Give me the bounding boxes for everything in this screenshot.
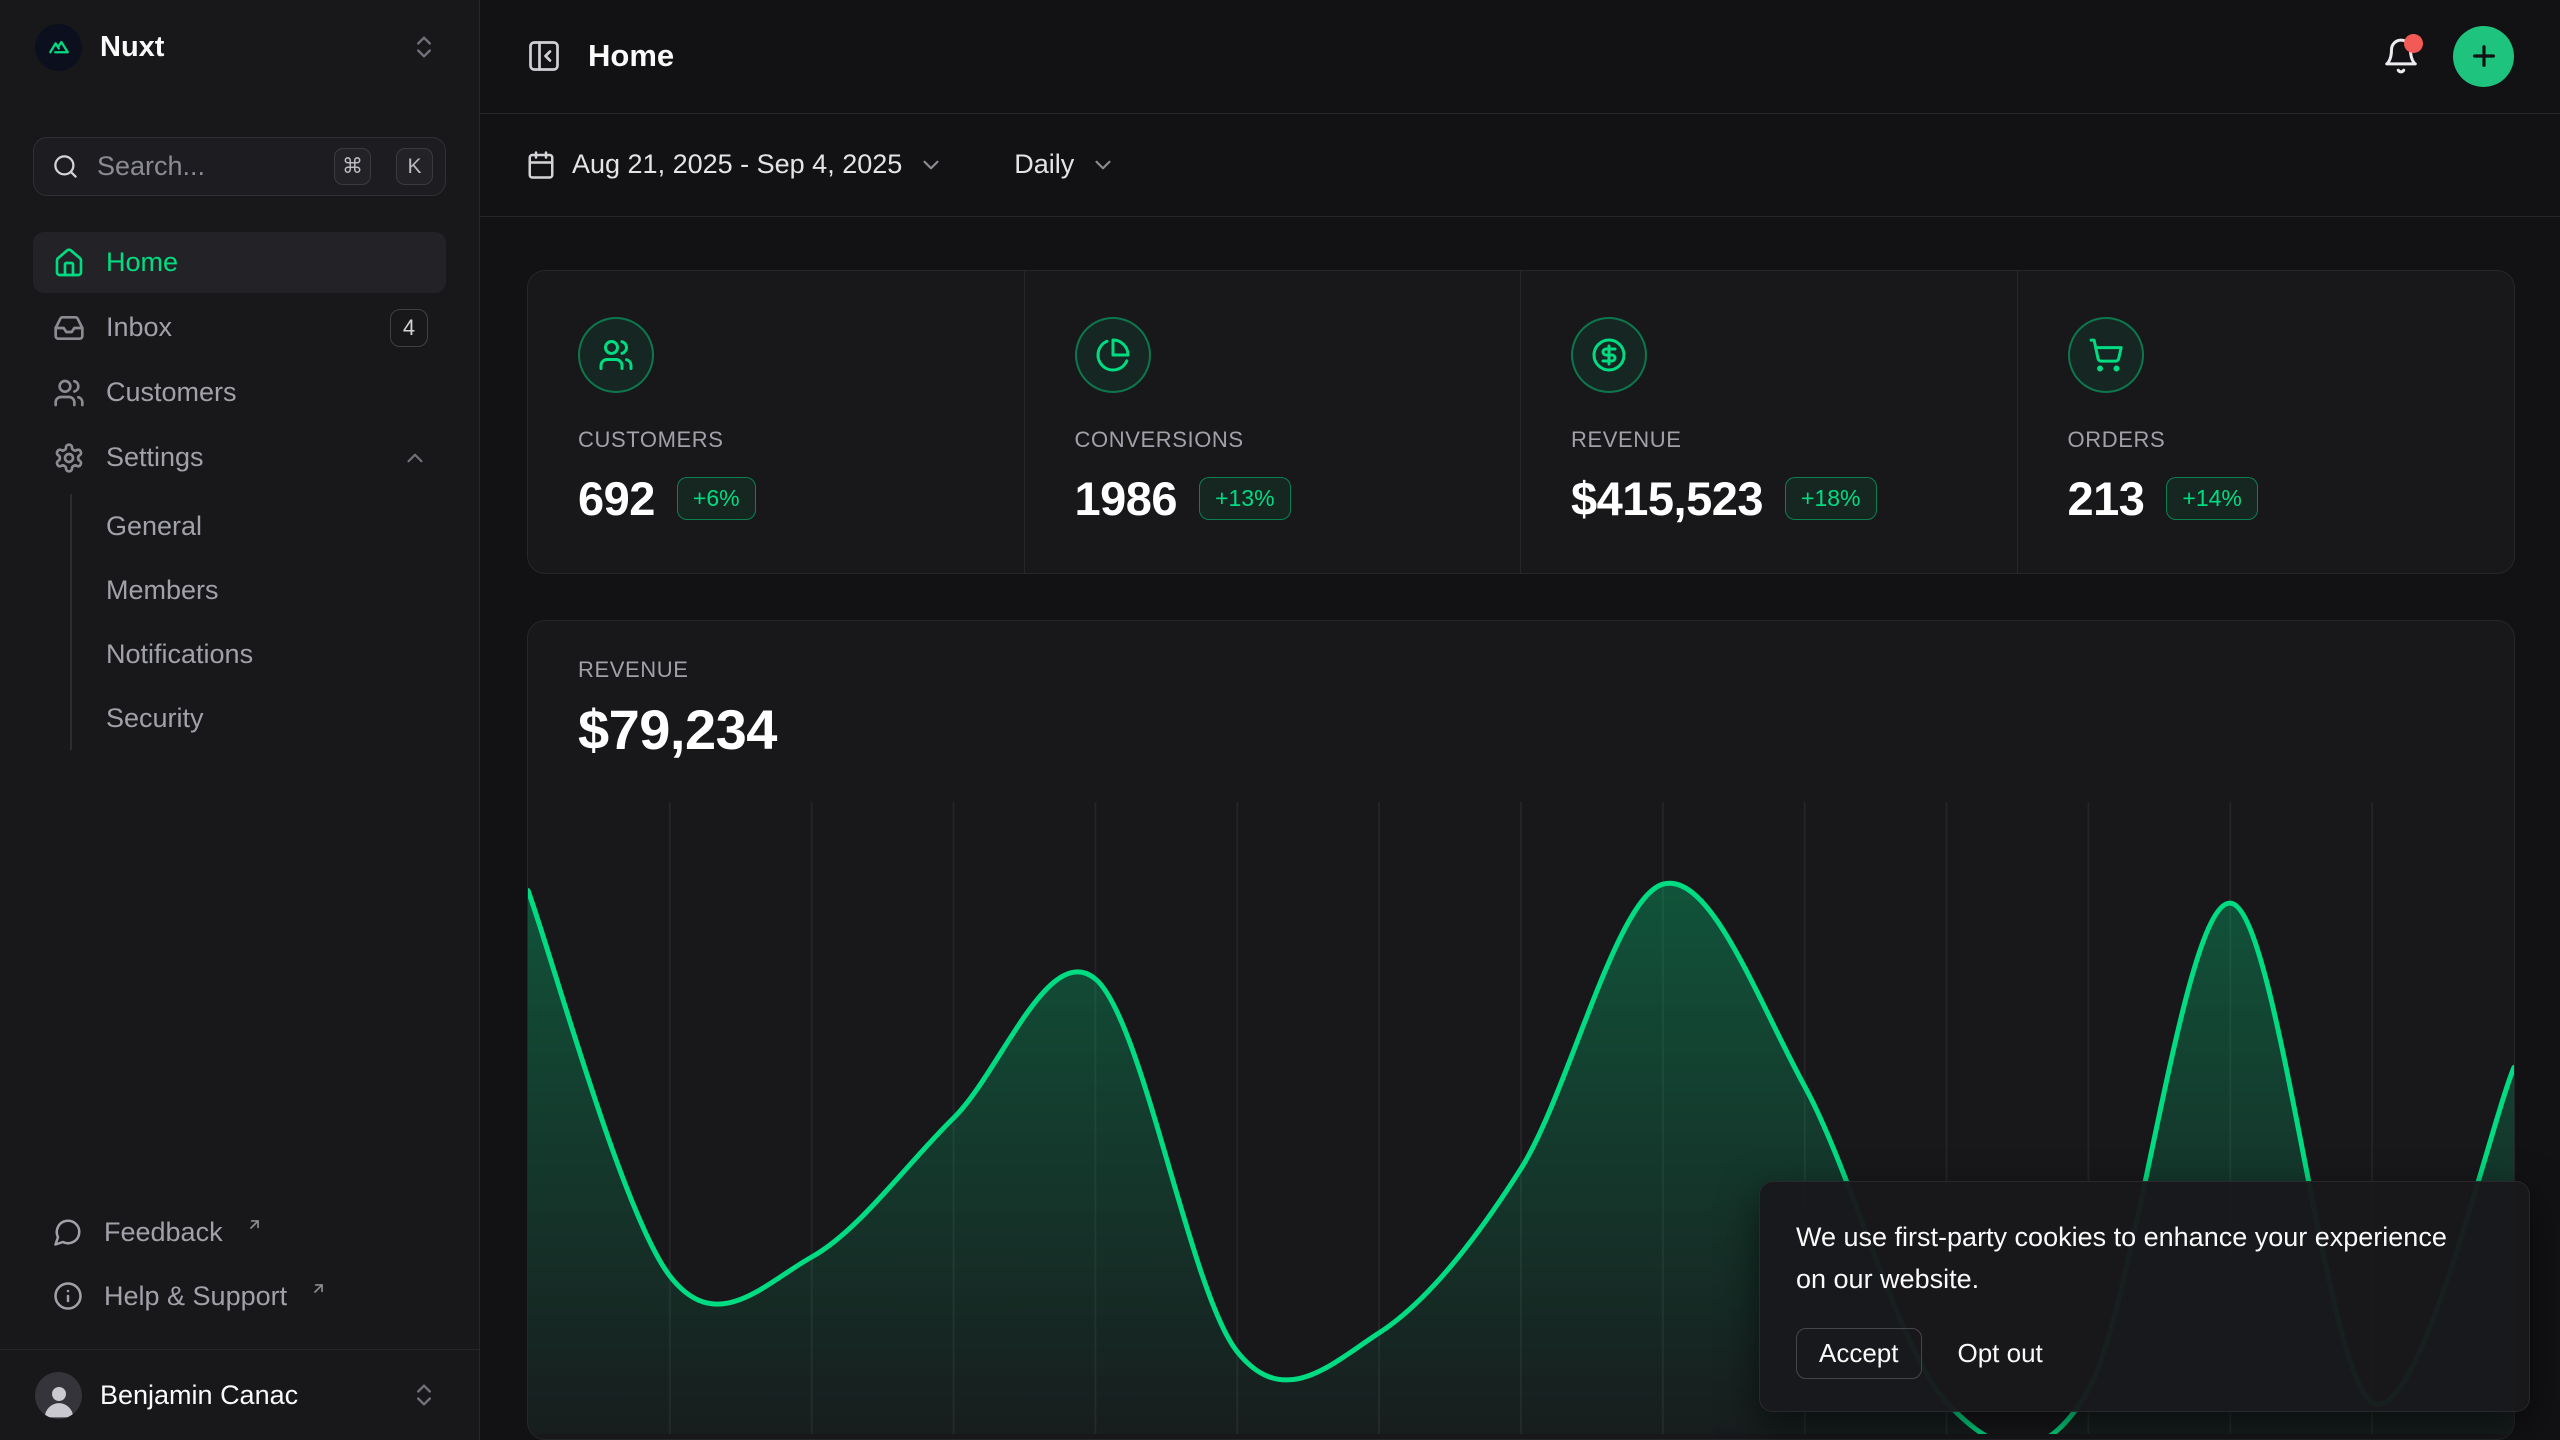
sidebar-subitem-security[interactable]: Security <box>72 686 446 750</box>
sidebar-item-settings[interactable]: Settings <box>33 427 446 488</box>
collapse-sidebar-button[interactable] <box>526 38 562 74</box>
users-icon <box>578 317 654 393</box>
stat-label: CONVERSIONS <box>1075 427 1471 453</box>
period-value: Daily <box>1014 149 1074 180</box>
settings-submenu: General Members Notifications Security <box>70 494 446 750</box>
users-icon <box>53 377 85 409</box>
stat-delta-badge: +13% <box>1199 477 1290 520</box>
chevron-up-icon <box>402 445 428 471</box>
date-range-value: Aug 21, 2025 - Sep 4, 2025 <box>572 149 902 180</box>
stat-label: ORDERS <box>2068 427 2465 453</box>
notification-dot <box>2404 34 2423 53</box>
stat-conversions[interactable]: CONVERSIONS 1986 +13% <box>1025 271 1522 573</box>
feedback-label: Feedback <box>104 1217 223 1248</box>
inbox-icon <box>53 312 85 344</box>
help-support-link[interactable]: Help & Support <box>33 1265 446 1327</box>
stat-delta-badge: +18% <box>1785 477 1876 520</box>
home-icon <box>53 247 85 279</box>
stat-revenue[interactable]: REVENUE $415,523 +18% <box>1521 271 2018 573</box>
chevrons-up-down-icon <box>410 1381 438 1409</box>
info-circle-icon <box>53 1281 83 1311</box>
search-placeholder: Search... <box>97 151 316 182</box>
period-select[interactable]: Daily <box>1014 149 1116 180</box>
gear-icon <box>53 442 85 474</box>
stat-label: REVENUE <box>1571 427 1967 453</box>
stat-customers[interactable]: CUSTOMERS 692 +6% <box>528 271 1025 573</box>
date-range-picker[interactable]: Aug 21, 2025 - Sep 4, 2025 <box>526 149 944 180</box>
dollar-circle-icon <box>1571 317 1647 393</box>
stat-label: CUSTOMERS <box>578 427 974 453</box>
sidebar-item-inbox[interactable]: Inbox 4 <box>33 297 446 358</box>
nuxt-logo-icon <box>35 24 82 71</box>
chevron-down-icon <box>918 152 944 178</box>
sidebar-item-customers[interactable]: Customers <box>33 362 446 423</box>
stats-card: CUSTOMERS 692 +6% CONVERSIONS 1986 +13% <box>527 270 2515 574</box>
sidebar-spacer <box>33 750 446 1201</box>
revenue-chart-header: REVENUE $79,234 <box>528 621 2514 762</box>
sidebar-subitem-general[interactable]: General <box>72 494 446 558</box>
page-header: Home <box>480 0 2560 114</box>
revenue-chart-label: REVENUE <box>578 657 2464 683</box>
stat-value: 1986 <box>1075 471 1178 526</box>
stat-orders[interactable]: ORDERS 213 +14% <box>2018 271 2515 573</box>
header-actions <box>2377 26 2514 87</box>
chat-bubble-icon <box>53 1217 83 1247</box>
stat-value: $415,523 <box>1571 471 1763 526</box>
sidebar-subitem-members[interactable]: Members <box>72 558 446 622</box>
sidebar-item-label: Settings <box>106 442 381 473</box>
cookie-accept-button[interactable]: Accept <box>1796 1328 1922 1379</box>
search-input[interactable]: Search... ⌘ K <box>33 137 446 196</box>
sidebar-footer-links: Feedback Help & Support <box>33 1201 446 1349</box>
kbd-k: K <box>396 148 433 185</box>
sidebar-nav: Home Inbox 4 Customers Settings <box>33 232 446 750</box>
pie-chart-icon <box>1075 317 1151 393</box>
user-name: Benjamin Canac <box>100 1380 392 1411</box>
add-button[interactable] <box>2453 26 2514 87</box>
feedback-link[interactable]: Feedback <box>33 1201 446 1263</box>
sidebar-item-label: Home <box>106 247 428 278</box>
user-avatar <box>35 1372 82 1419</box>
external-link-icon <box>246 1216 263 1233</box>
sidebar-item-home[interactable]: Home <box>33 232 446 293</box>
workspace-switcher[interactable]: Nuxt <box>33 14 446 80</box>
cookie-banner: We use first-party cookies to enhance yo… <box>1759 1181 2530 1412</box>
cookie-actions: Accept Opt out <box>1796 1328 2489 1379</box>
sidebar-subitem-notifications[interactable]: Notifications <box>72 622 446 686</box>
notifications-button[interactable] <box>2377 32 2425 80</box>
inbox-unread-badge: 4 <box>390 309 428 347</box>
sidebar: Nuxt Search... ⌘ K Home <box>0 0 480 1440</box>
page-title: Home <box>588 38 674 74</box>
user-menu[interactable]: Benjamin Canac <box>33 1350 446 1440</box>
calendar-icon <box>526 150 556 180</box>
revenue-chart-value: $79,234 <box>578 697 2464 762</box>
stat-value: 213 <box>2068 471 2145 526</box>
kbd-cmd: ⌘ <box>334 148 371 185</box>
cookie-optout-button[interactable]: Opt out <box>1956 1329 2045 1378</box>
sidebar-item-label: Inbox <box>106 312 369 343</box>
workspace-name: Nuxt <box>100 31 392 64</box>
filters-toolbar: Aug 21, 2025 - Sep 4, 2025 Daily <box>480 114 2560 217</box>
stat-value: 692 <box>578 471 655 526</box>
external-link-icon <box>310 1280 327 1297</box>
chevron-down-icon <box>1090 152 1116 178</box>
help-support-label: Help & Support <box>104 1281 287 1312</box>
chevrons-up-down-icon <box>410 33 438 61</box>
cart-icon <box>2068 317 2144 393</box>
search-icon <box>52 153 79 180</box>
cookie-message: We use first-party cookies to enhance yo… <box>1796 1216 2456 1300</box>
stat-delta-badge: +6% <box>677 477 756 520</box>
stat-delta-badge: +14% <box>2166 477 2257 520</box>
sidebar-item-label: Customers <box>106 377 428 408</box>
